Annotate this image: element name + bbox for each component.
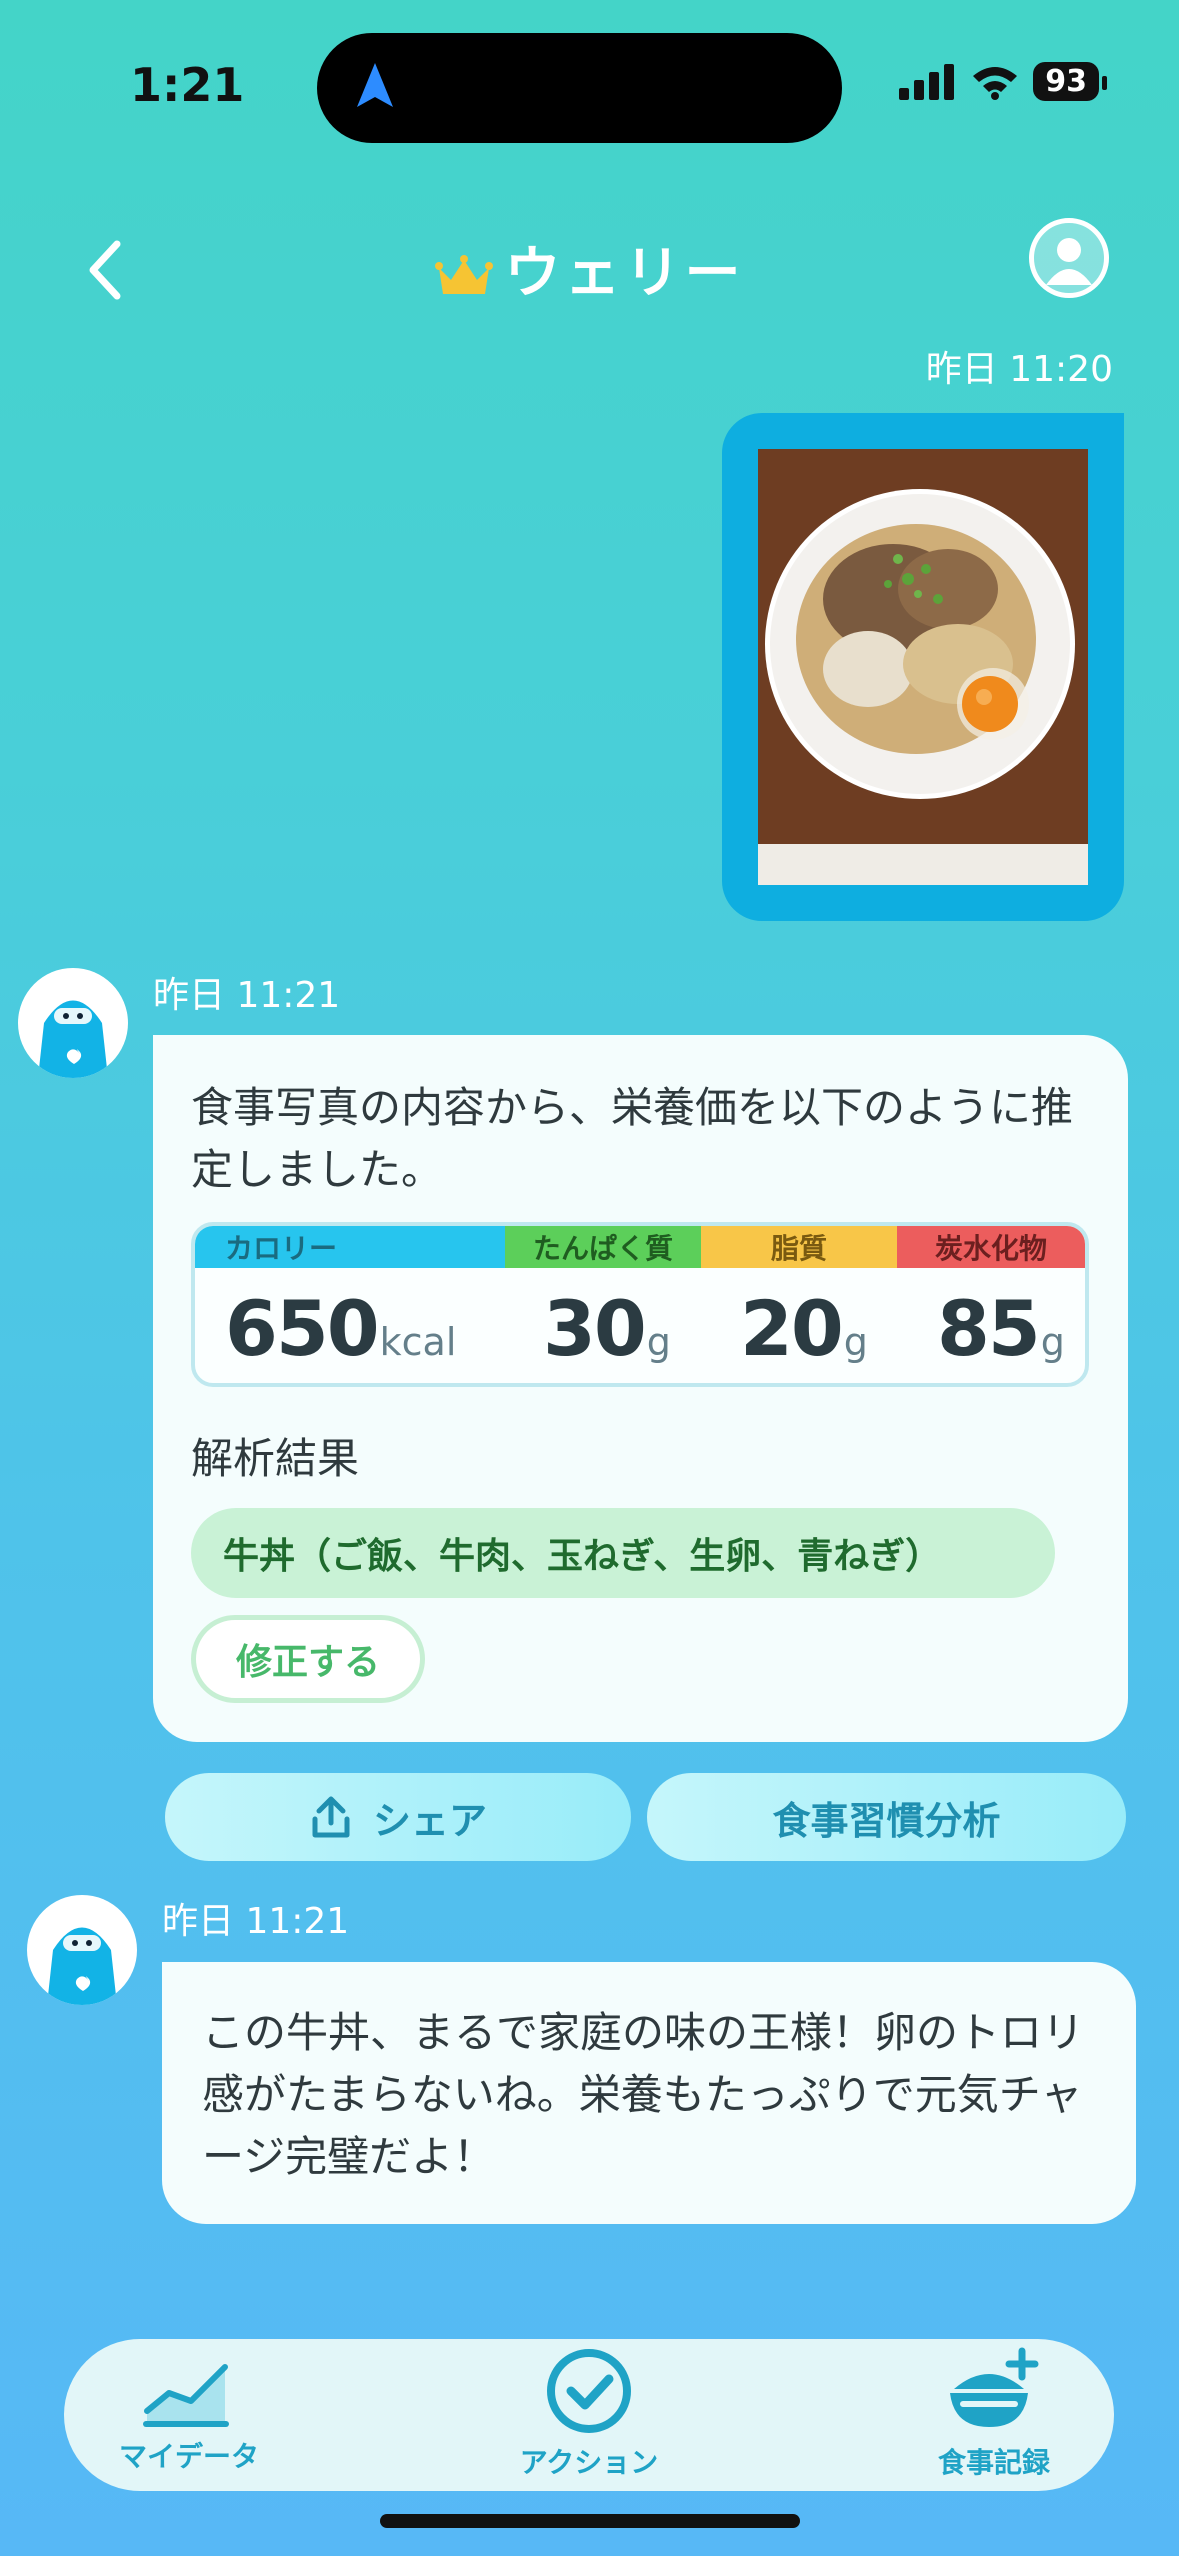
calorie-label: カロリー xyxy=(195,1226,505,1268)
check-circle-icon xyxy=(547,2349,631,2433)
analysis-timestamp: 昨日 11:21 xyxy=(153,975,341,1016)
comment-bubble: この牛丼、まるで家庭の味の王様！卵のトロリ感がたまらないね。栄養もたっぷりで元気… xyxy=(162,1962,1136,2224)
chat-header: ウェリー xyxy=(0,170,1179,355)
page-title-text: ウェリー xyxy=(504,241,745,306)
status-time: 1:21 xyxy=(130,58,245,112)
photo-message[interactable] xyxy=(722,413,1124,921)
comment-timestamp: 昨日 11:21 xyxy=(162,1901,350,1942)
nutrition-values: 650kcal 30g 20g 85g xyxy=(195,1268,1085,1383)
calorie-value: 650kcal xyxy=(225,1284,457,1373)
tab-mydata[interactable]: マイデータ xyxy=(94,2339,284,2491)
carb-label: 炭水化物 xyxy=(897,1226,1085,1268)
add-meal-icon xyxy=(950,2347,1039,2427)
fat-value: 20g xyxy=(740,1284,868,1373)
carb-value: 85g xyxy=(937,1284,1065,1373)
tab-bar: マイデータ アクション 食事記録 xyxy=(64,2339,1114,2491)
home-indicator xyxy=(380,2514,800,2528)
meal-photo[interactable] xyxy=(758,449,1088,885)
tab-action[interactable]: アクション xyxy=(469,2339,709,2491)
analysis-text: 食事写真の内容から、栄養価を以下のように推定しました。 xyxy=(191,1083,1074,1194)
battery-indicator: 93 xyxy=(1033,62,1107,101)
user-icon xyxy=(1046,238,1092,285)
edit-button[interactable]: 修正する xyxy=(191,1615,425,1703)
tab-action-label: アクション xyxy=(519,2446,659,2479)
nutrition-header: カロリー たんぱく質 脂質 炭水化物 xyxy=(195,1226,1085,1268)
protein-label: たんぱく質 xyxy=(505,1226,701,1268)
result-chip[interactable]: 牛丼（ご飯、牛肉、玉ねぎ、生卵、青ねぎ） xyxy=(191,1508,1055,1598)
fat-label: 脂質 xyxy=(701,1226,897,1268)
tab-meal-label: 食事記録 xyxy=(937,2446,1050,2479)
dynamic-island xyxy=(317,33,842,143)
share-button[interactable]: シェア xyxy=(165,1773,631,1861)
meal-habit-analysis-button[interactable]: 食事習慣分析 xyxy=(647,1773,1126,1861)
share-icon xyxy=(312,1796,350,1838)
status-bar: 1:21 93 xyxy=(0,0,1179,170)
comment-text: この牛丼、まるで家庭の味の王様！卵のトロリ感がたまらないね。栄養もたっぷりで元気… xyxy=(202,2008,1085,2181)
chart-icon xyxy=(143,2364,229,2427)
protein-value: 30g xyxy=(543,1284,671,1373)
wifi-icon xyxy=(973,66,1018,100)
tab-mydata-label: マイデータ xyxy=(118,2440,259,2473)
page-title: ウェリー xyxy=(0,228,1179,309)
photo-timestamp: 昨日 11:20 xyxy=(925,349,1113,390)
analysis-bubble: 食事写真の内容から、栄養価を以下のように推定しました。 カロリー たんぱく質 脂… xyxy=(153,1035,1128,1742)
wellie-avatar[interactable] xyxy=(18,968,128,1078)
tab-meal-record[interactable]: 食事記録 xyxy=(899,2339,1089,2491)
status-icons: 93 xyxy=(899,62,1107,101)
profile-button[interactable] xyxy=(1029,218,1109,298)
nutrition-table: カロリー たんぱく質 脂質 炭水化物 650kcal 30g 20g 85g xyxy=(191,1222,1089,1387)
cellular-signal-icon xyxy=(899,63,955,100)
result-label: 解析結果 xyxy=(191,1434,360,1483)
crown-icon xyxy=(434,254,493,294)
share-label: シェア xyxy=(372,1798,487,1843)
navigation-arrow-icon xyxy=(357,63,393,107)
wellie-avatar-2[interactable] xyxy=(27,1895,137,2005)
